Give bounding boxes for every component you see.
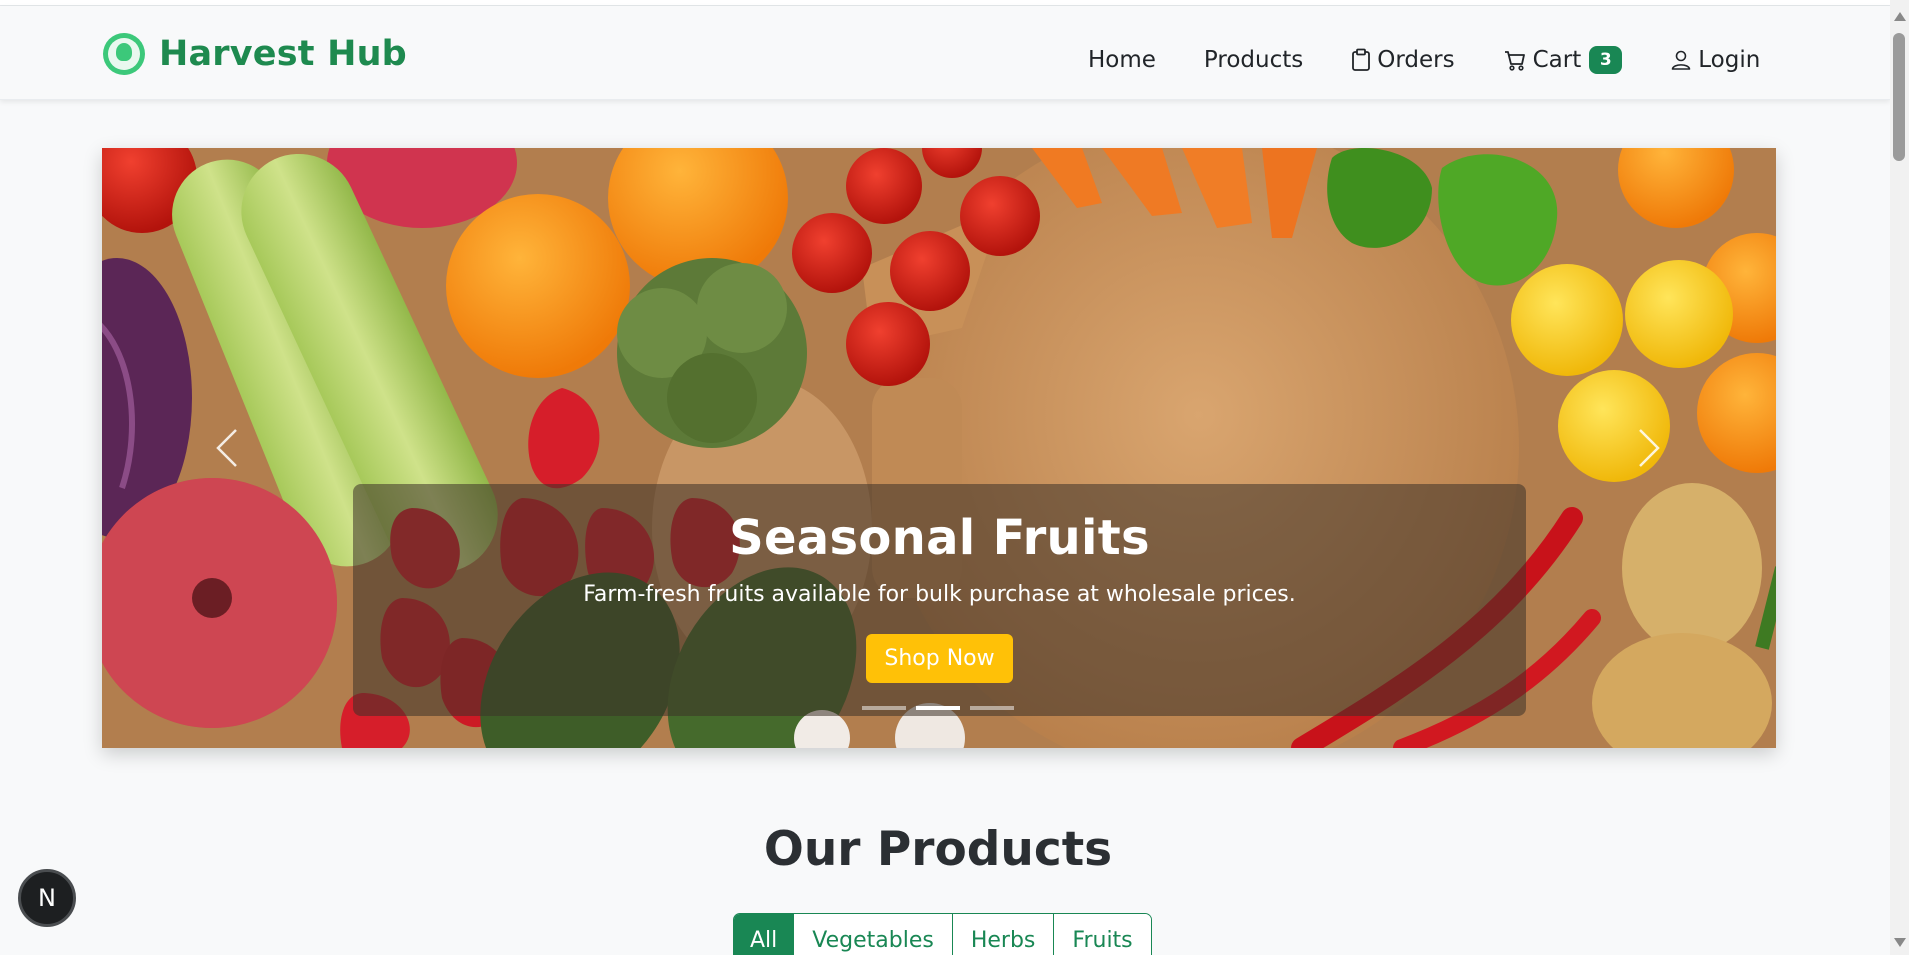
nav-home-label: Home xyxy=(1088,47,1156,73)
hero-carousel: Seasonal Fruits Farm-fresh fruits availa… xyxy=(102,148,1776,748)
carousel-indicator-3[interactable] xyxy=(970,706,1014,710)
product-filter-group: All Vegetables Herbs Fruits xyxy=(733,913,1152,955)
filter-fruits[interactable]: Fruits xyxy=(1054,914,1151,955)
chevron-left-icon xyxy=(216,429,237,467)
cart-icon xyxy=(1504,51,1525,71)
filter-vegetables[interactable]: Vegetables xyxy=(794,914,953,955)
clipboard-icon xyxy=(1352,48,1371,71)
products-section-title: Our Products xyxy=(763,822,1113,877)
carousel-next-button[interactable] xyxy=(1629,423,1669,473)
nav-cart[interactable]: Cart 3 xyxy=(1503,46,1623,74)
page-scrollbar[interactable] xyxy=(1890,0,1909,955)
brand-link[interactable]: Harvest Hub xyxy=(103,32,407,76)
scroll-thumb[interactable] xyxy=(1893,33,1905,161)
nav-orders[interactable]: Orders xyxy=(1351,47,1455,73)
nav-login[interactable]: Login xyxy=(1670,47,1760,73)
next-dev-tools-button[interactable]: N xyxy=(18,869,76,927)
carousel-indicator-2[interactable] xyxy=(916,706,960,710)
filter-all[interactable]: All xyxy=(734,914,795,955)
hero-subtitle: Farm-fresh fruits available for bulk pur… xyxy=(583,582,1296,607)
filter-herbs[interactable]: Herbs xyxy=(952,914,1055,955)
navbar: Harvest Hub Home Products Orders Cart 3 … xyxy=(0,6,1890,100)
nav-cart-label: Cart xyxy=(1532,47,1582,73)
carousel-prev-button[interactable] xyxy=(207,423,247,473)
cart-count-badge: 3 xyxy=(1589,46,1623,74)
leaf-logo-icon xyxy=(103,33,145,75)
chevron-right-icon xyxy=(1639,429,1660,467)
carousel-indicator-1[interactable] xyxy=(862,706,906,710)
nav-products[interactable]: Products xyxy=(1204,47,1303,73)
scroll-up-arrow-icon[interactable] xyxy=(1894,12,1906,21)
main-nav: Home Products Orders Cart 3 Login xyxy=(1088,42,1760,78)
nav-products-label: Products xyxy=(1203,47,1304,73)
nav-login-label: Login xyxy=(1698,47,1761,73)
nav-home[interactable]: Home xyxy=(1088,47,1156,73)
carousel-indicators xyxy=(862,706,1024,710)
carousel-caption: Seasonal Fruits Farm-fresh fruits availa… xyxy=(353,484,1526,716)
shop-now-button[interactable]: Shop Now xyxy=(866,634,1013,683)
nav-orders-label: Orders xyxy=(1377,47,1455,73)
user-icon xyxy=(1671,50,1691,70)
page: Harvest Hub Home Products Orders Cart 3 … xyxy=(0,0,1909,955)
hero-title: Seasonal Fruits xyxy=(729,510,1150,566)
brand-name: Harvest Hub xyxy=(159,34,407,74)
scroll-down-arrow-icon[interactable] xyxy=(1894,938,1906,947)
